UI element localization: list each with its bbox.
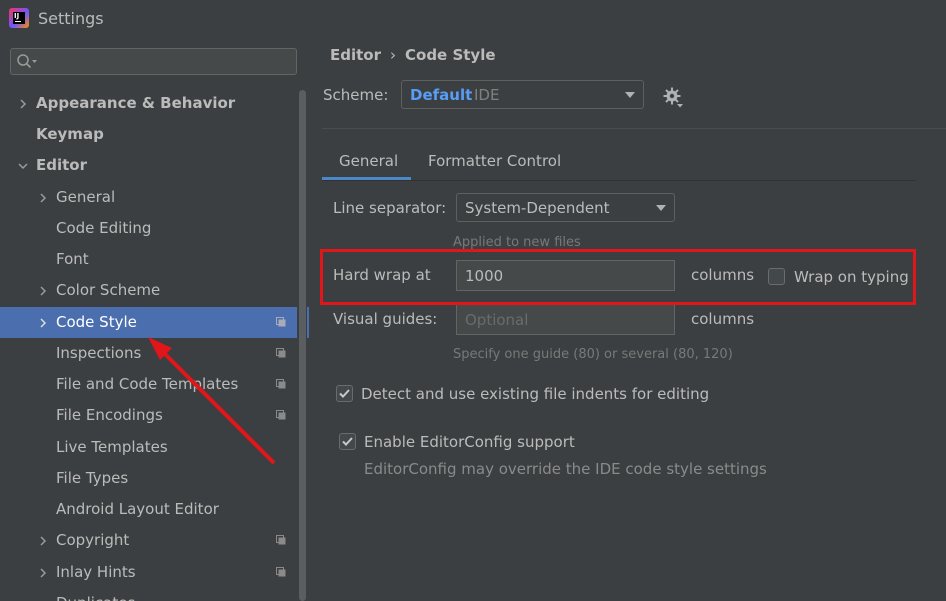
dropdown-arrow-icon <box>656 205 666 211</box>
sidebar-item-label: General <box>56 188 116 206</box>
detect-indents-label[interactable]: Detect and use existing file indents for… <box>361 385 709 403</box>
sidebar-item-file-code-templates[interactable]: File and Code Templates <box>0 369 297 400</box>
annotation-highlight-box <box>320 249 916 305</box>
scheme-label: Scheme: <box>323 86 389 104</box>
visual-guides-input[interactable] <box>457 305 674 334</box>
chevron-down-icon[interactable] <box>17 150 29 181</box>
settings-search-field[interactable] <box>10 48 297 75</box>
visual-guides-unit: columns <box>691 310 755 328</box>
sidebar-item-label: Color Scheme <box>56 281 161 299</box>
visual-guides-label: Visual guides: <box>333 310 438 328</box>
sidebar-item-file-types[interactable]: File Types <box>0 463 297 494</box>
sidebar-item-file-encodings[interactable]: File Encodings <box>0 400 297 431</box>
sidebar-item-label: File Types <box>56 469 129 487</box>
line-separator-value: System-Dependent <box>465 199 610 217</box>
chevron-right-icon[interactable] <box>37 557 49 589</box>
project-settings-icon <box>276 379 286 389</box>
visual-guides-field[interactable] <box>456 304 675 335</box>
editorconfig-label[interactable]: Enable EditorConfig support <box>364 433 575 451</box>
sidebar-scrollbar-thumb[interactable] <box>299 90 306 601</box>
sidebar-item-keymap[interactable]: Keymap <box>0 119 297 150</box>
checkmark-icon <box>342 437 353 446</box>
sidebar-item-code-style[interactable]: Code Style <box>0 307 309 338</box>
sidebar-item-android-layout-editor[interactable]: Android Layout Editor <box>0 494 297 525</box>
title-bar: IJ Settings <box>0 0 946 36</box>
chevron-right-icon[interactable] <box>37 275 49 307</box>
sidebar-item-live-templates[interactable]: Live Templates <box>0 432 297 463</box>
line-separator-dropdown[interactable]: System-Dependent <box>456 193 675 222</box>
project-settings-icon <box>276 535 286 545</box>
breadcrumb: Editor › Code Style <box>330 46 496 64</box>
breadcrumb-separator: › <box>390 46 396 64</box>
settings-sidebar: Appearance & Behavior Keymap Editor Gene… <box>0 36 309 601</box>
scheme-name: Default <box>410 86 473 104</box>
editorconfig-checkbox[interactable] <box>339 433 356 450</box>
scheme-scope: IDE <box>474 86 500 104</box>
editorconfig-hint: EditorConfig may override the IDE code s… <box>364 460 767 478</box>
breadcrumb-current: Code Style <box>405 46 496 64</box>
sidebar-item-label: Appearance & Behavior <box>36 94 236 112</box>
sidebar-item-label: File Encodings <box>56 406 163 424</box>
project-settings-icon <box>276 410 286 420</box>
project-settings-icon <box>276 317 286 327</box>
sidebar-item-label: Font <box>56 250 89 268</box>
tab-formatter-control[interactable]: Formatter Control <box>428 152 561 170</box>
scheme-dropdown[interactable]: Default IDE <box>401 80 644 109</box>
chevron-right-icon[interactable] <box>37 182 49 214</box>
sidebar-item-label: Inspections <box>56 344 142 362</box>
sidebar-item-color-scheme[interactable]: Color Scheme <box>0 275 297 306</box>
dropdown-arrow-icon <box>625 92 635 98</box>
chevron-right-icon[interactable] <box>37 307 49 339</box>
sidebar-item-editor[interactable]: Editor <box>0 150 297 181</box>
tab-general[interactable]: General <box>339 152 398 170</box>
sidebar-item-label: Code Editing <box>56 219 152 237</box>
sidebar-item-inlay-hints[interactable]: Inlay Hints <box>0 557 297 588</box>
sidebar-item-code-editing[interactable]: Code Editing <box>0 213 297 244</box>
sidebar-item-label: Editor <box>36 156 87 174</box>
gear-icon[interactable] <box>663 87 685 109</box>
sidebar-item-label: File and Code Templates <box>56 375 239 393</box>
sidebar-item-duplicates[interactable]: Duplicates <box>0 588 297 601</box>
sidebar-item-font[interactable]: Font <box>0 244 297 275</box>
sidebar-item-general[interactable]: General <box>0 182 297 213</box>
window-title: Settings <box>38 9 104 28</box>
chevron-right-icon[interactable] <box>37 525 49 557</box>
sidebar-item-label: Duplicates <box>56 588 135 601</box>
chevron-right-icon[interactable] <box>17 88 29 120</box>
sidebar-item-label: Copyright <box>56 531 130 549</box>
detect-indents-checkbox[interactable] <box>336 385 353 402</box>
sidebar-item-label: Code Style <box>56 313 137 331</box>
settings-main-panel: Editor › Code Style Scheme: Default IDE Ge… <box>309 36 946 601</box>
sidebar-item-appearance-behavior[interactable]: Appearance & Behavior <box>0 88 297 119</box>
line-separator-hint: Applied to new files <box>453 235 581 250</box>
project-settings-icon <box>276 567 286 577</box>
breadcrumb-parent[interactable]: Editor <box>330 46 381 64</box>
sidebar-item-inspections[interactable]: Inspections <box>0 338 297 369</box>
project-settings-icon <box>276 348 286 358</box>
checkmark-icon <box>339 389 350 398</box>
header-divider <box>322 128 946 129</box>
sidebar-item-label: Keymap <box>36 125 104 143</box>
sidebar-item-label: Android Layout Editor <box>56 500 219 518</box>
tabs-divider <box>322 180 916 181</box>
sidebar-item-label: Inlay Hints <box>56 563 136 581</box>
visual-guides-hint: Specify one guide (80) or several (80, 1… <box>453 347 733 362</box>
sidebar-item-copyright[interactable]: Copyright <box>0 525 297 556</box>
search-icon <box>17 54 37 69</box>
intellij-logo-icon: IJ <box>9 8 29 28</box>
line-separator-label: Line separator: <box>333 199 447 217</box>
sidebar-item-label: Live Templates <box>56 438 168 456</box>
